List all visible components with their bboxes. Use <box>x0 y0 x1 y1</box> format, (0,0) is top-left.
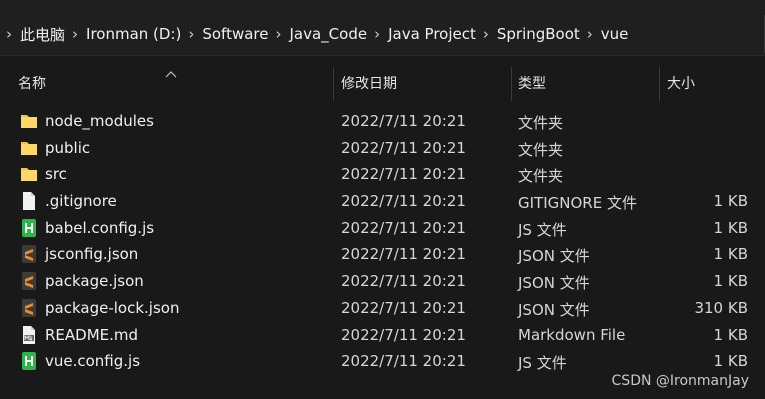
file-size: 310 KB <box>694 298 748 317</box>
file-row[interactable]: package-lock.json 2022/7/11 20:21 JSON 文… <box>0 295 765 322</box>
sublime-file-icon <box>22 298 36 317</box>
file-date: 2022/7/11 20:21 <box>341 352 466 371</box>
breadcrumb-item-java-code[interactable]: Java_Code <box>289 25 367 43</box>
breadcrumb-item-software[interactable]: Software <box>202 25 268 43</box>
folder-icon <box>21 168 37 182</box>
chevron-right-icon[interactable]: › <box>72 25 78 43</box>
column-header-row: 名称 修改日期 类型 大小 <box>0 67 765 101</box>
chevron-right-icon[interactable]: › <box>587 25 593 43</box>
file-row[interactable]: jsconfig.json 2022/7/11 20:21 JSON 文件 1 … <box>0 241 765 268</box>
chevron-right-icon[interactable]: › <box>188 25 194 43</box>
file-date: 2022/7/11 20:21 <box>341 272 466 291</box>
breadcrumb-item-this-pc[interactable]: 此电脑 <box>20 24 65 45</box>
file-row[interactable]: src 2022/7/11 20:21 文件夹 <box>0 161 765 188</box>
file-date: 2022/7/11 20:21 <box>341 325 466 344</box>
file-size: 1 KB <box>713 352 748 371</box>
breadcrumb-item-drive[interactable]: Ironman (D:) <box>86 25 181 43</box>
file-name: babel.config.js <box>45 218 155 237</box>
breadcrumb-item-springboot[interactable]: SpringBoot <box>497 25 580 43</box>
file-name: public <box>45 138 91 157</box>
chevron-right-icon[interactable]: › <box>374 25 380 43</box>
file-date: 2022/7/11 20:21 <box>341 112 466 130</box>
file-date: 2022/7/11 20:21 <box>341 138 466 157</box>
folder-icon <box>21 141 37 155</box>
column-header-date[interactable]: 修改日期 <box>333 67 511 101</box>
file-type: JSON 文件 <box>518 300 590 319</box>
folder-icon <box>21 115 37 128</box>
file-size: 1 KB <box>713 192 748 211</box>
file-type: Markdown File <box>518 325 626 344</box>
file-size: 1 KB <box>713 325 748 344</box>
file-date: 2022/7/11 20:21 <box>341 192 466 211</box>
file-type: 文件夹 <box>518 140 564 159</box>
file-name: package-lock.json <box>45 298 180 317</box>
file-name: jsconfig.json <box>45 245 139 264</box>
sublime-file-icon <box>22 245 36 264</box>
address-bar[interactable]: › 此电脑 › Ironman (D:) › Software › Java_C… <box>0 0 765 56</box>
file-type: 文件夹 <box>518 114 564 132</box>
column-header-type[interactable]: 类型 <box>511 67 659 101</box>
file-row[interactable]: .gitignore 2022/7/11 20:21 GITIGNORE 文件 … <box>0 188 765 215</box>
hbuilder-file-icon <box>22 218 36 237</box>
breadcrumb-item-vue[interactable]: vue <box>601 25 629 43</box>
file-type: GITIGNORE 文件 <box>518 194 637 213</box>
file-row[interactable]: node_modules 2022/7/11 20:21 文件夹 <box>0 108 765 135</box>
file-row[interactable]: public 2022/7/11 20:21 文件夹 <box>0 135 765 162</box>
file-name: node_modules <box>45 112 154 130</box>
file-type: JSON 文件 <box>518 274 590 293</box>
file-row[interactable]: babel.config.js 2022/7/11 20:21 JS 文件 1 … <box>0 215 765 242</box>
file-date: 2022/7/11 20:21 <box>341 245 466 264</box>
file-row[interactable]: vue.config.js 2022/7/11 20:21 JS 文件 1 KB <box>0 348 765 375</box>
file-date: 2022/7/11 20:21 <box>341 298 466 317</box>
file-type: JS 文件 <box>518 354 567 373</box>
file-date: 2022/7/11 20:21 <box>341 218 466 237</box>
column-header-name[interactable]: 名称 <box>18 67 333 101</box>
file-name: .gitignore <box>45 192 117 211</box>
markdown-file-icon <box>23 325 35 344</box>
blank-file-icon <box>23 192 35 211</box>
file-row[interactable]: package.json 2022/7/11 20:21 JSON 文件 1 K… <box>0 268 765 295</box>
watermark: CSDN @IronmanJay <box>611 373 749 389</box>
chevron-right-icon[interactable]: › <box>483 25 489 43</box>
file-list: node_modules 2022/7/11 20:21 文件夹 public … <box>0 108 765 375</box>
file-size: 1 KB <box>713 272 748 291</box>
file-type: JSON 文件 <box>518 247 590 266</box>
file-type: 文件夹 <box>518 167 564 186</box>
column-header-size[interactable]: 大小 <box>659 67 765 101</box>
file-date: 2022/7/11 20:21 <box>341 165 466 184</box>
breadcrumb-item-java-project[interactable]: Java Project <box>388 25 476 43</box>
file-name: package.json <box>45 272 144 291</box>
file-size: 1 KB <box>713 218 748 237</box>
chevron-right-icon[interactable]: › <box>275 25 281 43</box>
file-type: JS 文件 <box>518 220 567 239</box>
hbuilder-file-icon <box>22 352 36 371</box>
sublime-file-icon <box>22 272 36 291</box>
chevron-right-icon[interactable]: › <box>6 25 12 43</box>
file-name: src <box>45 165 67 184</box>
file-name: README.md <box>45 325 139 344</box>
breadcrumb: › 此电脑 › Ironman (D:) › Software › Java_C… <box>0 15 628 53</box>
file-name: vue.config.js <box>45 352 141 371</box>
file-row[interactable]: README.md 2022/7/11 20:21 Markdown File … <box>0 322 765 349</box>
file-size: 1 KB <box>713 245 748 264</box>
